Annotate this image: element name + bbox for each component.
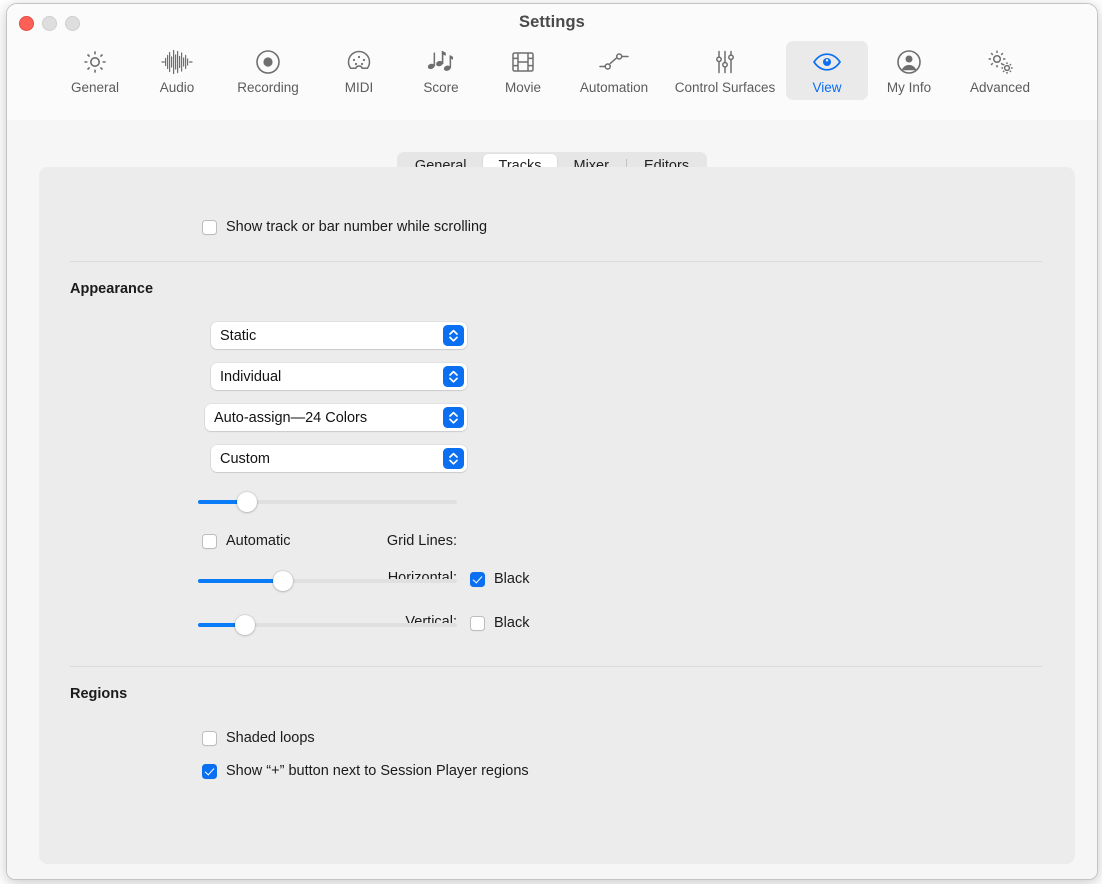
toolbar-label-general: General (70, 80, 120, 95)
window-title: Settings (519, 13, 585, 31)
toolbar-item-score[interactable]: Score (400, 41, 482, 100)
show-track-or-bar-number-checkbox[interactable] (202, 219, 217, 235)
horizontal-black-row[interactable]: Black (470, 571, 529, 587)
vertical-black-checkbox[interactable] (470, 615, 485, 631)
toolbar-item-midi[interactable]: MIDI (318, 41, 400, 100)
vertical-black-label: Black (494, 615, 530, 631)
horizontal-black-label: Black (494, 571, 530, 587)
background-value: Custom (220, 450, 270, 467)
sliders-icon (711, 47, 739, 77)
grid-lines-automatic-checkbox[interactable] (202, 533, 217, 549)
automation-node-icon (598, 47, 630, 77)
horizontal-black-checkbox[interactable] (470, 571, 485, 587)
grid-lines-automatic-label: Automatic (226, 533, 291, 549)
title-bar: Settings General Audio Recording MIDI Sc… (7, 4, 1097, 121)
session-player-plus-row[interactable]: Show “+” button next to Session Player r… (202, 763, 529, 779)
settings-toolbar: General Audio Recording MIDI Score Movie… (7, 41, 1097, 100)
toolbar-label-my-info: My Info (886, 80, 932, 95)
marker-color-popup[interactable]: Auto-assign—24 Colors (205, 404, 467, 431)
settings-window: Settings General Audio Recording MIDI Sc… (0, 0, 1102, 884)
toolbar-label-advanced: Advanced (969, 80, 1031, 95)
toolbar-label-movie: Movie (504, 80, 541, 95)
appearance-section-title: Appearance (70, 281, 154, 297)
toolbar-item-audio[interactable]: Audio (136, 41, 218, 100)
tracks-settings-panel: Show track or bar number while scrolling… (39, 167, 1075, 864)
toolbar-item-recording[interactable]: Recording (218, 41, 318, 100)
toolbar-item-control-surfaces[interactable]: Control Surfaces (664, 41, 786, 100)
divider-appearance (70, 261, 1042, 262)
double-gear-icon (985, 47, 1015, 77)
chevron-up-down-icon (443, 366, 464, 387)
track-color-popup[interactable]: Static (211, 322, 467, 349)
toolbar-label-view: View (812, 80, 842, 95)
person-circle-icon (895, 47, 923, 77)
toolbar-item-view[interactable]: View (786, 41, 868, 100)
track-color-value: Static (220, 327, 257, 344)
toolbar-item-movie[interactable]: Movie (482, 41, 564, 100)
region-color-popup[interactable]: Individual (211, 363, 467, 390)
chevron-up-down-icon (443, 407, 464, 428)
slider-knob[interactable] (237, 492, 258, 512)
slider-knob[interactable] (234, 615, 255, 635)
horizontal-grid-slider[interactable] (198, 571, 457, 591)
window-frame: Settings General Audio Recording MIDI Sc… (6, 3, 1098, 880)
toolbar-label-recording: Recording (237, 80, 299, 95)
gear-icon (81, 47, 109, 77)
vertical-black-row[interactable]: Black (470, 615, 529, 631)
shaded-loops-label: Shaded loops (226, 730, 315, 746)
toolbar-label-audio: Audio (159, 80, 195, 95)
session-player-plus-label: Show “+” button next to Session Player r… (226, 763, 529, 779)
region-color-value: Individual (220, 368, 282, 385)
music-notes-icon (426, 47, 456, 77)
settings-content: General Tracks Mixer Editors Show track … (7, 120, 1097, 879)
toolbar-item-advanced[interactable]: Advanced (950, 41, 1050, 100)
grid-lines-label: Grid Lines: (386, 533, 457, 549)
eye-icon (812, 47, 842, 77)
toolbar-label-automation: Automation (579, 80, 649, 95)
vertical-grid-slider[interactable] (198, 615, 457, 635)
background-popup[interactable]: Custom (211, 445, 467, 472)
film-strip-icon (509, 47, 537, 77)
shaded-loops-row[interactable]: Shaded loops (202, 730, 315, 746)
toolbar-item-automation[interactable]: Automation (564, 41, 664, 100)
background-brightness-slider[interactable] (198, 492, 457, 512)
toolbar-item-my-info[interactable]: My Info (868, 41, 950, 100)
toolbar-label-score: Score (423, 80, 459, 95)
toolbar-item-general[interactable]: General (54, 41, 136, 100)
chevron-up-down-icon (443, 325, 464, 346)
toolbar-label-control-surfaces: Control Surfaces (674, 80, 776, 95)
show-track-or-bar-number-label: Show track or bar number while scrolling (226, 219, 488, 235)
show-track-or-bar-number-row[interactable]: Show track or bar number while scrolling (202, 219, 487, 235)
chevron-up-down-icon (443, 448, 464, 469)
waveform-icon (161, 47, 193, 77)
marker-color-value: Auto-assign—24 Colors (214, 409, 368, 426)
grid-lines-automatic-row[interactable]: Automatic (202, 533, 290, 549)
slider-fill (198, 579, 284, 583)
midi-plug-icon (345, 47, 373, 77)
toolbar-label-midi: MIDI (344, 80, 374, 95)
divider-regions (70, 666, 1042, 667)
record-circle-icon (254, 47, 282, 77)
regions-section-title: Regions (70, 686, 128, 702)
slider-knob[interactable] (273, 571, 294, 591)
shaded-loops-checkbox[interactable] (202, 730, 217, 746)
session-player-plus-checkbox[interactable] (202, 763, 217, 779)
